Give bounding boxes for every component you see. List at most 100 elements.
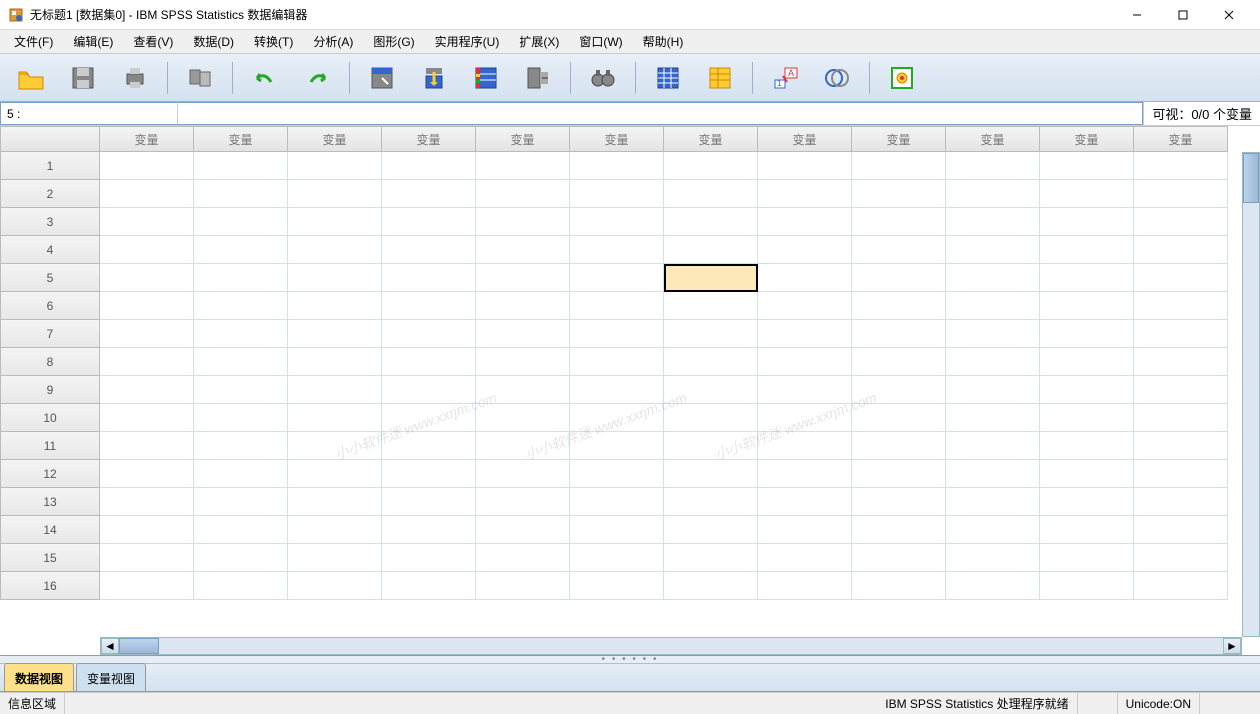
cell[interactable] — [288, 208, 382, 236]
cell[interactable] — [100, 572, 194, 600]
scrollbar-thumb[interactable] — [1243, 153, 1259, 203]
cell[interactable] — [100, 180, 194, 208]
menu-file[interactable]: 文件(F) — [4, 30, 63, 53]
cell[interactable] — [664, 348, 758, 376]
cell[interactable] — [476, 488, 570, 516]
cell[interactable] — [288, 376, 382, 404]
cell[interactable] — [852, 404, 946, 432]
scroll-right-arrow[interactable]: ► — [1223, 638, 1241, 654]
minimize-button[interactable] — [1114, 0, 1160, 30]
cell[interactable] — [664, 152, 758, 180]
column-header[interactable]: 变量 — [758, 126, 852, 152]
cell[interactable] — [194, 544, 288, 572]
menu-help[interactable]: 帮助(H) — [633, 30, 694, 53]
column-header[interactable]: 变量 — [570, 126, 664, 152]
cell[interactable] — [476, 320, 570, 348]
menu-window[interactable]: 窗口(W) — [569, 30, 632, 53]
cell[interactable] — [570, 180, 664, 208]
cell[interactable] — [758, 236, 852, 264]
maximize-button[interactable] — [1160, 0, 1206, 30]
open-button[interactable] — [8, 59, 54, 97]
cell[interactable] — [194, 264, 288, 292]
cell[interactable] — [1040, 460, 1134, 488]
row-header[interactable]: 15 — [0, 544, 100, 572]
cell[interactable] — [570, 320, 664, 348]
cell[interactable] — [382, 488, 476, 516]
cell[interactable] — [1040, 572, 1134, 600]
cell[interactable] — [1040, 152, 1134, 180]
scrollbar-thumb[interactable] — [119, 638, 159, 654]
cell[interactable] — [946, 292, 1040, 320]
cell[interactable] — [288, 264, 382, 292]
cell[interactable] — [570, 488, 664, 516]
splitter[interactable]: • • • • • • — [0, 656, 1260, 664]
cell[interactable] — [476, 516, 570, 544]
undo-button[interactable] — [242, 59, 288, 97]
cell[interactable] — [1134, 152, 1228, 180]
cell[interactable] — [100, 236, 194, 264]
cell[interactable] — [570, 404, 664, 432]
cell[interactable] — [1040, 488, 1134, 516]
menu-view[interactable]: 查看(V) — [123, 30, 183, 53]
row-header[interactable]: 8 — [0, 348, 100, 376]
cell[interactable] — [664, 432, 758, 460]
cell[interactable] — [194, 488, 288, 516]
cell[interactable] — [288, 488, 382, 516]
cell[interactable] — [1134, 236, 1228, 264]
cell[interactable] — [852, 460, 946, 488]
cell[interactable] — [288, 292, 382, 320]
cell[interactable] — [758, 460, 852, 488]
cell[interactable] — [1134, 404, 1228, 432]
cell[interactable] — [100, 320, 194, 348]
redo-button[interactable] — [294, 59, 340, 97]
cell[interactable] — [194, 208, 288, 236]
cell[interactable] — [758, 320, 852, 348]
cell[interactable] — [288, 432, 382, 460]
cell[interactable] — [100, 348, 194, 376]
print-button[interactable] — [112, 59, 158, 97]
row-header[interactable]: 2 — [0, 180, 100, 208]
cell[interactable] — [476, 572, 570, 600]
cell[interactable] — [288, 236, 382, 264]
cell[interactable] — [758, 432, 852, 460]
cell[interactable] — [194, 320, 288, 348]
cell[interactable] — [852, 376, 946, 404]
cell[interactable] — [194, 152, 288, 180]
cell[interactable] — [1040, 180, 1134, 208]
cell[interactable] — [1134, 320, 1228, 348]
cell[interactable] — [100, 432, 194, 460]
cell[interactable] — [570, 544, 664, 572]
cell[interactable] — [946, 348, 1040, 376]
vertical-scrollbar[interactable] — [1242, 152, 1260, 637]
cell[interactable] — [100, 152, 194, 180]
cell[interactable] — [288, 320, 382, 348]
cell[interactable] — [382, 208, 476, 236]
column-header[interactable]: 变量 — [476, 126, 570, 152]
cell[interactable] — [1134, 264, 1228, 292]
row-header[interactable]: 5 — [0, 264, 100, 292]
cell[interactable] — [946, 544, 1040, 572]
cell[interactable] — [1134, 572, 1228, 600]
cell[interactable] — [100, 404, 194, 432]
cell[interactable] — [664, 180, 758, 208]
column-header[interactable]: 变量 — [664, 126, 758, 152]
cell[interactable] — [946, 264, 1040, 292]
cell[interactable] — [758, 264, 852, 292]
cell[interactable] — [1040, 376, 1134, 404]
cell[interactable] — [382, 152, 476, 180]
cell[interactable] — [664, 292, 758, 320]
cell[interactable] — [1040, 292, 1134, 320]
cell[interactable] — [852, 208, 946, 236]
show-all-button[interactable] — [879, 59, 925, 97]
cell[interactable] — [382, 544, 476, 572]
cell[interactable] — [570, 572, 664, 600]
value-labels-button[interactable]: A1 — [762, 59, 808, 97]
cell[interactable] — [1040, 432, 1134, 460]
cell[interactable] — [1134, 180, 1228, 208]
cell[interactable] — [758, 292, 852, 320]
weight-cases-button[interactable] — [697, 59, 743, 97]
cell[interactable] — [570, 292, 664, 320]
cell[interactable] — [194, 348, 288, 376]
cell[interactable] — [946, 488, 1040, 516]
cell[interactable] — [476, 404, 570, 432]
